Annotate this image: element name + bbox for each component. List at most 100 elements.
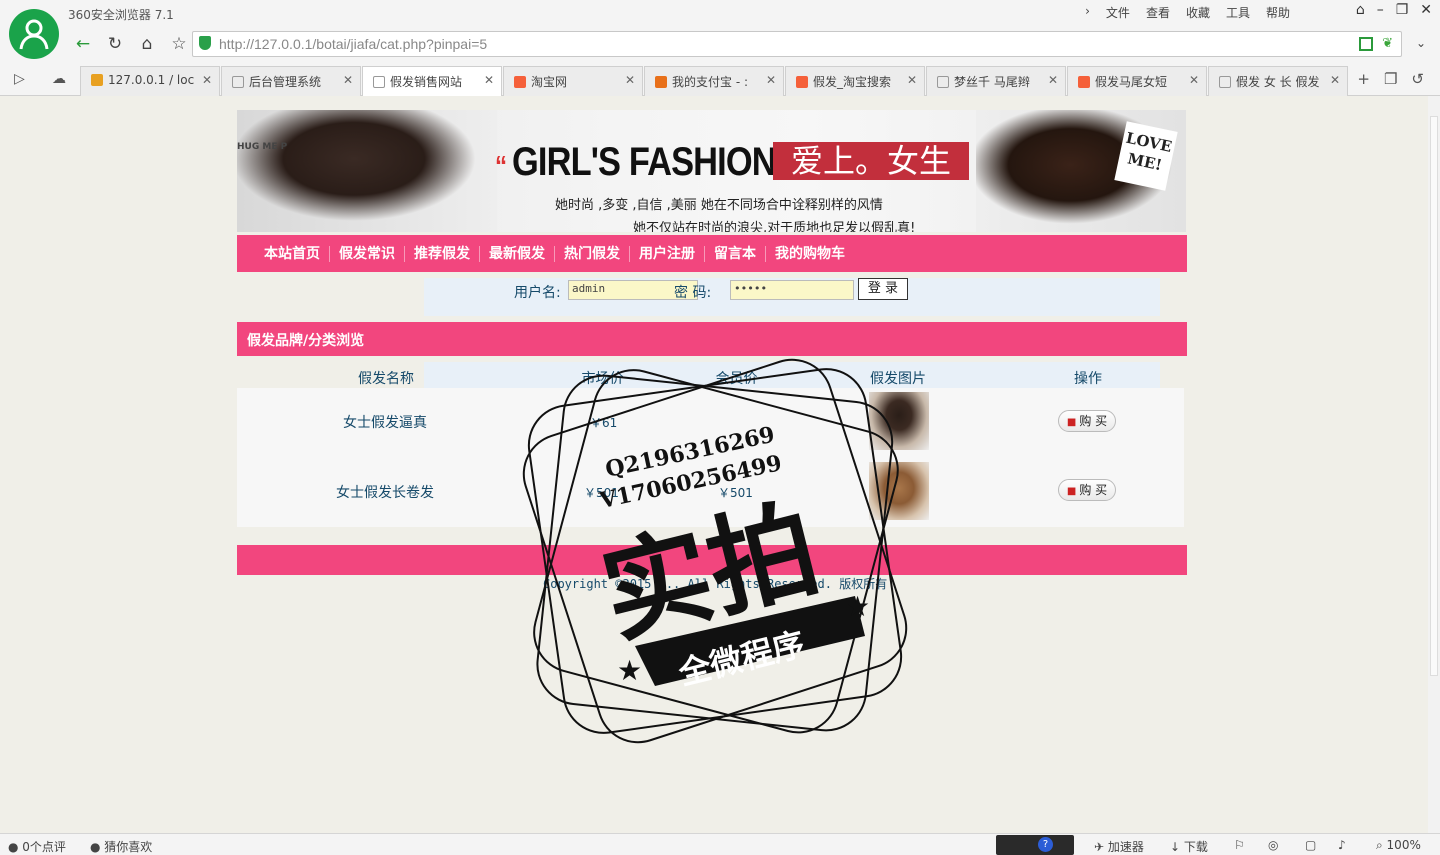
buy-label: 购 买 [1079, 483, 1108, 497]
star-icon[interactable]: ☆ [168, 34, 190, 54]
qr-icon[interactable] [1359, 37, 1373, 51]
menu-arrow-icon[interactable]: › [1085, 4, 1090, 21]
vertical-scrollbar[interactable] [1428, 96, 1440, 833]
leaf-icon[interactable]: ❦ [1382, 36, 1393, 51]
tab-ponytail[interactable]: 梦丝千 马尾辫 ✕ [926, 66, 1066, 96]
username-label: 用户名: [514, 285, 561, 301]
nav-guestbook[interactable]: 留言本 [705, 245, 766, 262]
refresh-icon[interactable]: ↻ [104, 34, 126, 54]
tab-short-wig[interactable]: 假发马尾女短 ✕ [1067, 66, 1207, 96]
tab-label: 127.0.0.1 / loc [108, 73, 195, 87]
alipay-icon [655, 76, 667, 88]
close-button[interactable]: ✕ [1420, 2, 1432, 18]
close-tab-icon[interactable]: ✕ [1189, 73, 1199, 87]
download[interactable]: ↓ 下载 [1170, 838, 1208, 855]
tab-pma[interactable]: 127.0.0.1 / loc ✕ [80, 66, 220, 96]
nav-home[interactable]: 本站首页 [255, 245, 330, 262]
page-icon [937, 76, 949, 88]
login-form: 用户名: admin 密 码: ••••• 登 录 [424, 278, 1160, 316]
menu-view[interactable]: 查看 [1146, 4, 1170, 21]
product-image[interactable] [869, 392, 929, 450]
app-title: 360安全浏览器 7.1 [68, 8, 174, 22]
star-icon: ★ [845, 590, 870, 623]
menu-tools[interactable]: 工具 [1226, 4, 1250, 21]
menu-help[interactable]: 帮助 [1266, 4, 1290, 21]
close-tab-icon[interactable]: ✕ [907, 73, 917, 87]
close-tab-icon[interactable]: ✕ [484, 73, 494, 87]
help-icon[interactable]: ? [1038, 837, 1053, 852]
tab-list-icon[interactable]: ❐ [1384, 70, 1397, 88]
close-tab-icon[interactable]: ✕ [343, 73, 353, 87]
download-label: 下载 [1183, 840, 1208, 854]
cloud-icon[interactable]: ☁ [52, 71, 66, 87]
new-tab-icon[interactable]: + [1357, 70, 1370, 88]
undo-close-icon[interactable]: ↺ [1411, 70, 1424, 88]
minimize-button[interactable]: – [1377, 2, 1384, 18]
password-label: 密 码: [674, 285, 712, 301]
back-icon[interactable]: ← [72, 34, 94, 54]
close-tab-icon[interactable]: ✕ [1330, 73, 1340, 87]
banner-headline: “ GIRL'S FASHION [495, 140, 777, 184]
window-controls: ⌂ – ❐ ✕ [1356, 2, 1432, 18]
banner-headline-text: GIRL'S FASHION [512, 140, 777, 184]
ime-toolbar[interactable]: ? [996, 835, 1074, 855]
buy-button[interactable]: ■ 购 买 [1058, 479, 1116, 501]
tab-taobao[interactable]: 淘宝网 ✕ [503, 66, 643, 96]
close-tab-icon[interactable]: ✕ [1048, 73, 1058, 87]
login-button[interactable]: 登 录 [858, 278, 908, 300]
tab-long-wig[interactable]: 假发 女 长 假发 ✕ [1208, 66, 1348, 96]
copyright: Copyright ©2015 ... All Rights Reserved.… [543, 577, 888, 591]
url-field[interactable]: http://127.0.0.1/botai/jiafa/cat.php?pin… [192, 31, 1402, 57]
page-viewport: HUG ME P “ GIRL'S FASHION 爱上。女生 她时尚 ,多变 … [0, 96, 1428, 833]
nav-newest[interactable]: 最新假发 [480, 245, 555, 262]
sound-icon[interactable]: ♪ [1338, 838, 1346, 852]
zoom[interactable]: ⌕ 100% [1376, 838, 1421, 853]
comments-status[interactable]: ● 0个点评 [8, 838, 66, 855]
nav-recommended[interactable]: 推荐假发 [405, 245, 480, 262]
url-text[interactable]: http://127.0.0.1/botai/jiafa/cat.php?pin… [219, 36, 487, 52]
close-tab-icon[interactable]: ✕ [202, 73, 212, 87]
tab-wig-shop[interactable]: 假发销售网站 ✕ [362, 66, 502, 97]
taobao-icon [514, 76, 526, 88]
restore-button[interactable]: ❐ [1396, 2, 1409, 18]
close-tab-icon[interactable]: ✕ [766, 73, 776, 87]
banner-slogan-2: 她不仅站在时尚的浪尖,对于质地也足发以假乱真! [633, 221, 916, 232]
page-icon [1219, 76, 1231, 88]
tab-taobao-search[interactable]: 假发_淘宝搜索 ✕ [785, 66, 925, 96]
home-icon[interactable]: ⌂ [136, 34, 158, 54]
feed-icon[interactable]: ◎ [1268, 838, 1278, 852]
sidebar-toggle-icon[interactable]: ▷ [14, 71, 25, 87]
tab-actions: + ❐ ↺ [1357, 70, 1424, 88]
user-avatar[interactable] [9, 9, 59, 59]
th-image: 假发图片 [870, 371, 926, 387]
nav-hot[interactable]: 热门假发 [555, 245, 630, 262]
tab-alipay[interactable]: 我的支付宝 - : ✕ [644, 66, 784, 96]
section-title: 假发品牌/分类浏览 [237, 322, 1187, 356]
tab-admin[interactable]: 后台管理系统 ✕ [221, 66, 361, 96]
address-bar: ← ↻ ⌂ ☆ http://127.0.0.1/botai/jiafa/cat… [0, 30, 1440, 62]
nav-cart[interactable]: 我的购物车 [766, 246, 854, 262]
menu-file[interactable]: 文件 [1106, 4, 1130, 21]
buy-button[interactable]: ■ 购 买 [1058, 410, 1116, 432]
close-tab-icon[interactable]: ✕ [625, 73, 635, 87]
th-action: 操作 [1074, 371, 1102, 387]
password-input[interactable]: ••••• [730, 280, 854, 300]
menu-favorites[interactable]: 收藏 [1186, 4, 1210, 21]
scrollbar-thumb[interactable] [1430, 116, 1438, 676]
tab-label: 我的支付宝 - : [672, 75, 749, 89]
accelerator[interactable]: ✈ 加速器 [1094, 838, 1144, 855]
chevron-down-icon[interactable]: ⌄ [1416, 36, 1426, 50]
nav-wig-knowledge[interactable]: 假发常识 [330, 245, 405, 262]
skin-icon[interactable]: ⌂ [1356, 2, 1365, 18]
product-name-link[interactable]: 女士假发长卷发 [285, 482, 485, 502]
product-image[interactable] [869, 462, 929, 520]
nav-register[interactable]: 用户注册 [630, 245, 705, 262]
guess-you-like[interactable]: ● 猜你喜欢 [90, 838, 152, 855]
product-name-link[interactable]: 女士假发逼真 [285, 412, 485, 432]
accelerator-label: 加速器 [1107, 840, 1144, 854]
window-icon[interactable]: ▢ [1305, 838, 1316, 852]
tab-label: 淘宝网 [531, 75, 568, 89]
flag-icon[interactable]: ⚐ [1234, 838, 1245, 852]
pma-icon [91, 74, 103, 86]
table-header [424, 362, 1160, 388]
